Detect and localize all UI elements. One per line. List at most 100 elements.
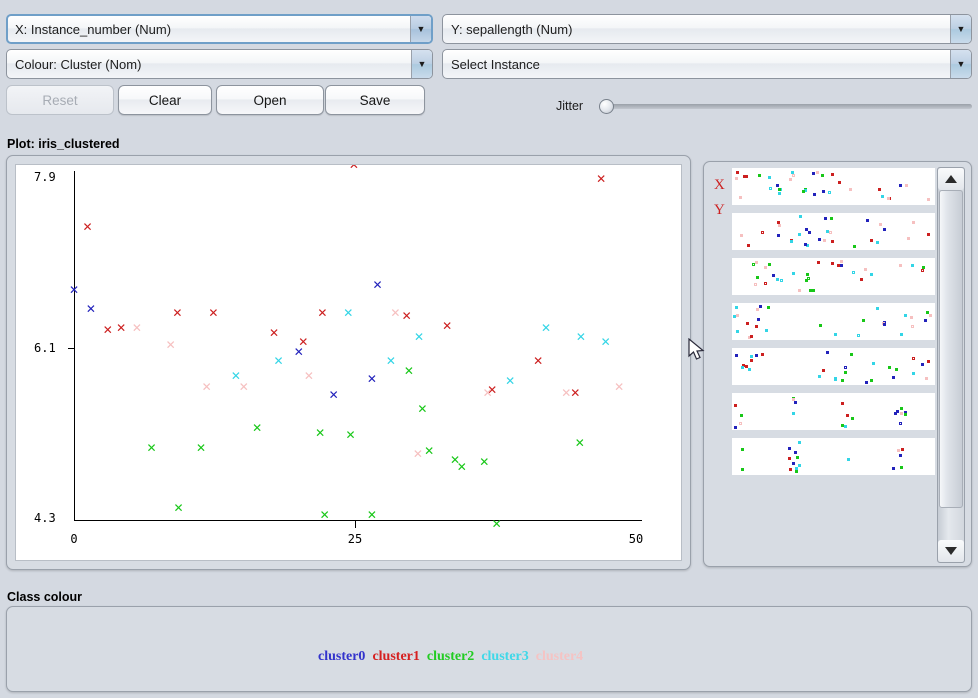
data-point[interactable]: ✕	[303, 370, 314, 382]
data-point[interactable]: ✕	[390, 307, 401, 319]
data-point[interactable]: ✕	[317, 307, 328, 319]
strip-point	[755, 325, 759, 329]
select-instance-dropdown[interactable]: Select Instance ▼	[442, 49, 972, 79]
attribute-strip[interactable]	[732, 438, 935, 475]
strips-scrollbar[interactable]	[937, 167, 965, 563]
data-point[interactable]: ✕	[201, 381, 212, 393]
data-point[interactable]: ✕	[131, 322, 142, 334]
legend-item-cluster1[interactable]: cluster1	[372, 649, 419, 664]
data-point[interactable]: ✕	[252, 422, 263, 434]
data-point[interactable]: ✕	[614, 381, 625, 393]
data-point[interactable]: ✕	[366, 509, 377, 521]
data-point[interactable]: ✕	[328, 389, 339, 401]
data-point[interactable]: ✕	[172, 307, 183, 319]
data-point[interactable]: ✕	[366, 373, 377, 385]
data-point[interactable]: ✕	[69, 284, 80, 296]
strip-point	[755, 276, 759, 280]
data-point[interactable]: ✕	[574, 437, 585, 449]
data-point[interactable]: ✕	[541, 322, 552, 334]
data-point[interactable]: ✕	[348, 165, 359, 171]
data-point[interactable]: ✕	[575, 331, 586, 343]
data-point[interactable]: ✕	[412, 448, 423, 460]
data-point[interactable]: ✕	[298, 336, 309, 348]
data-point[interactable]: ✕	[401, 310, 412, 322]
save-button[interactable]: Save	[325, 85, 425, 115]
data-point[interactable]: ✕	[385, 355, 396, 367]
strip-point	[734, 425, 738, 429]
data-point[interactable]: ✕	[533, 355, 544, 367]
legend-item-cluster2[interactable]: cluster2	[427, 649, 474, 664]
data-point[interactable]: ✕	[345, 429, 356, 441]
data-point[interactable]: ✕	[208, 307, 219, 319]
data-point[interactable]: ✕	[600, 336, 611, 348]
x-axis-select[interactable]: X: Instance_number (Num) ▼	[6, 14, 433, 44]
data-point[interactable]: ✕	[196, 442, 207, 454]
strip-point	[825, 350, 829, 354]
chevron-down-icon[interactable]: ▼	[950, 15, 971, 43]
data-point[interactable]: ✕	[372, 279, 383, 291]
reset-button[interactable]: Reset	[6, 85, 114, 115]
jitter-slider-knob[interactable]	[599, 99, 614, 114]
legend-item-cluster0[interactable]: cluster0	[318, 649, 365, 664]
strip-point	[811, 288, 815, 292]
strip-point	[740, 234, 744, 238]
data-point[interactable]: ✕	[116, 322, 127, 334]
data-point[interactable]: ✕	[505, 375, 516, 387]
chevron-down-icon[interactable]: ▼	[950, 50, 971, 78]
attribute-strip[interactable]	[732, 213, 935, 250]
strip-point	[798, 464, 802, 468]
data-point[interactable]: ✕	[85, 303, 96, 315]
strip-point	[816, 260, 820, 264]
open-button[interactable]: Open	[216, 85, 324, 115]
data-point[interactable]: ✕	[561, 387, 572, 399]
attribute-strip[interactable]	[732, 168, 935, 205]
data-point[interactable]: ✕	[82, 221, 93, 233]
attribute-strip[interactable]	[732, 258, 935, 295]
jitter-slider-track[interactable]	[600, 104, 972, 109]
data-point[interactable]: ✕	[343, 307, 354, 319]
data-point[interactable]: ✕	[479, 456, 490, 468]
strip-point	[830, 240, 834, 244]
data-point[interactable]: ✕	[315, 427, 326, 439]
attribute-strip[interactable]	[732, 303, 935, 340]
colour-select[interactable]: Colour: Cluster (Nom) ▼	[6, 49, 433, 79]
strip-point	[792, 272, 796, 276]
scroll-down-button[interactable]	[938, 540, 964, 562]
data-point[interactable]: ✕	[424, 445, 435, 457]
y-axis-select[interactable]: Y: sepallength (Num) ▼	[442, 14, 972, 44]
strip-point	[748, 368, 752, 372]
scatter-plot-canvas[interactable]: 7.9 6.1 4.3 0 25 50 ✕ ✕ ✕ ✕ ✕ ✕ ✕ ✕ ✕ ✕ ✕ ✕ ✕ ✕ ✕ ✕ ✕ ✕ ✕ ✕ ✕ ✕ ✕ ✕ ✕ ✕…	[15, 164, 682, 561]
chevron-down-icon[interactable]: ▼	[410, 16, 431, 42]
scrollbar-thumb[interactable]	[939, 190, 963, 508]
attribute-strip[interactable]	[732, 393, 935, 430]
legend-item-cluster4[interactable]: cluster4	[536, 649, 583, 664]
y-attribute-marker[interactable]: Y	[714, 202, 725, 219]
data-point[interactable]: ✕	[146, 442, 157, 454]
data-point[interactable]: ✕	[173, 502, 184, 514]
data-point[interactable]: ✕	[442, 320, 453, 332]
x-attribute-marker[interactable]: X	[714, 177, 725, 194]
data-point[interactable]: ✕	[456, 461, 467, 473]
data-point[interactable]: ✕	[319, 509, 330, 521]
strip-point	[789, 177, 793, 181]
data-point[interactable]: ✕	[491, 518, 502, 530]
data-point[interactable]: ✕	[102, 324, 113, 336]
data-point[interactable]: ✕	[417, 403, 428, 415]
data-point[interactable]: ✕	[596, 173, 607, 185]
data-point[interactable]: ✕	[238, 381, 249, 393]
chevron-down-icon[interactable]: ▼	[411, 50, 432, 78]
scroll-up-button[interactable]	[938, 168, 964, 190]
data-point[interactable]: ✕	[165, 339, 176, 351]
data-point[interactable]: ✕	[414, 331, 425, 343]
strip-point	[821, 174, 825, 178]
strip-point	[790, 240, 794, 244]
y-tick-label: 6.1	[34, 340, 56, 355]
data-point[interactable]: ✕	[482, 387, 493, 399]
data-point[interactable]: ✕	[269, 327, 280, 339]
legend-item-cluster3[interactable]: cluster3	[481, 649, 528, 664]
strip-point	[775, 278, 779, 282]
data-point[interactable]: ✕	[273, 355, 284, 367]
clear-button[interactable]: Clear	[118, 85, 212, 115]
attribute-strip[interactable]	[732, 348, 935, 385]
data-point[interactable]: ✕	[403, 365, 414, 377]
